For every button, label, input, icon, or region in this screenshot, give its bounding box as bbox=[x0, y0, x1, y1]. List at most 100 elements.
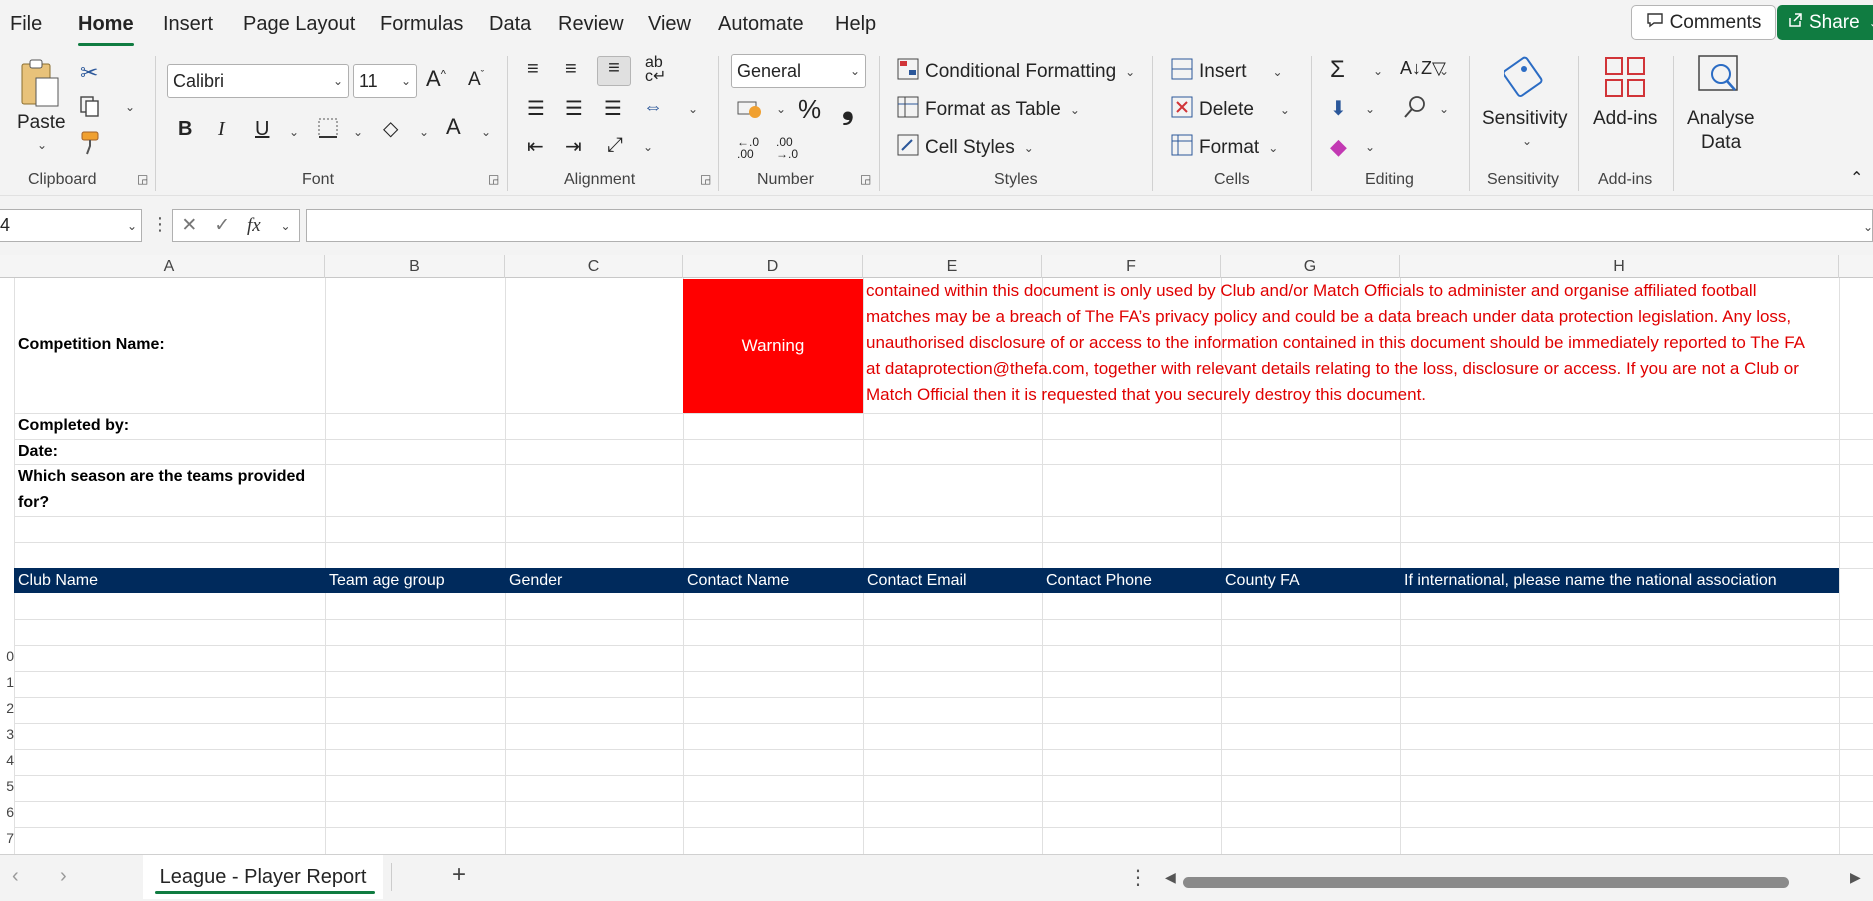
fill-icon[interactable]: ⬇ bbox=[1330, 96, 1347, 121]
percent-icon[interactable]: % bbox=[798, 94, 821, 125]
chevron-down-icon[interactable]: ⌄ bbox=[289, 125, 299, 139]
font-size-select[interactable]: 11 ⌄ bbox=[353, 64, 417, 98]
spreadsheet-grid[interactable]: A B C D E F G H 0 1 2 3 4 5 6 7 Competit… bbox=[0, 255, 1873, 854]
header-contact-email[interactable]: Contact Email bbox=[867, 568, 967, 593]
add-sheet-icon[interactable]: + bbox=[452, 861, 466, 889]
header-club-name[interactable]: Club Name bbox=[18, 568, 98, 593]
column-header-d[interactable]: D bbox=[683, 255, 863, 278]
chevron-down-icon[interactable]: ⌄ bbox=[1373, 64, 1383, 78]
menu-page-layout[interactable]: Page Layout bbox=[243, 13, 355, 36]
row-header[interactable]: 0 bbox=[0, 648, 14, 664]
increase-indent-icon[interactable]: ⇥ bbox=[565, 134, 582, 159]
warning-text-cell[interactable]: contained within this document is only u… bbox=[866, 255, 1836, 413]
more-options-icon[interactable]: ⋮ bbox=[1128, 865, 1148, 890]
collapse-ribbon-icon[interactable]: ⌃ bbox=[1850, 168, 1863, 188]
chevron-down-icon[interactable]: ⌄ bbox=[37, 138, 47, 152]
insert-function-icon[interactable]: fx bbox=[247, 215, 261, 237]
borders-icon[interactable] bbox=[316, 116, 340, 144]
menu-file[interactable]: File bbox=[10, 13, 42, 36]
conditional-formatting-button[interactable]: Conditional Formatting ⌄ bbox=[897, 58, 1135, 86]
analyse-data-line2[interactable]: Data bbox=[1701, 132, 1741, 154]
chevron-down-icon[interactable]: ⌄ bbox=[481, 125, 491, 139]
cancel-icon[interactable]: ✕ bbox=[181, 214, 197, 237]
align-center-icon[interactable]: ☰ bbox=[565, 96, 583, 121]
format-painter-icon[interactable] bbox=[78, 130, 104, 160]
copy-icon[interactable] bbox=[78, 94, 102, 122]
next-sheet-icon[interactable]: › bbox=[60, 865, 67, 888]
cell-styles-button[interactable]: Cell Styles ⌄ bbox=[897, 134, 1034, 162]
menu-home[interactable]: Home bbox=[78, 13, 134, 36]
analyse-data-line1[interactable]: Analyse bbox=[1687, 108, 1755, 130]
header-gender[interactable]: Gender bbox=[509, 568, 562, 593]
horizontal-scrollbar[interactable] bbox=[1183, 877, 1789, 888]
comma-style-icon[interactable]: ❟ bbox=[842, 92, 854, 126]
italic-icon[interactable]: I bbox=[218, 118, 225, 141]
add-ins-icon[interactable] bbox=[1604, 56, 1646, 102]
cut-icon[interactable]: ✂ bbox=[80, 60, 98, 86]
scroll-left-icon[interactable]: ◀ bbox=[1165, 869, 1176, 886]
align-bottom-icon[interactable]: ≡ bbox=[597, 56, 631, 86]
chevron-down-icon[interactable]: ⌄ bbox=[1439, 64, 1449, 78]
row-header[interactable]: 6 bbox=[0, 804, 14, 820]
font-name-select[interactable]: Calibri ⌄ bbox=[167, 64, 349, 98]
menu-automate[interactable]: Automate bbox=[718, 13, 804, 36]
menu-help[interactable]: Help bbox=[835, 13, 876, 36]
font-color-icon[interactable]: A bbox=[446, 114, 461, 140]
menu-formulas[interactable]: Formulas bbox=[380, 13, 463, 36]
chevron-down-icon[interactable]: ⌄ bbox=[688, 102, 698, 116]
column-header-b[interactable]: B bbox=[325, 255, 505, 278]
format-cells-button[interactable]: Format ⌄ bbox=[1171, 134, 1278, 162]
chevron-down-icon[interactable]: ⌄ bbox=[1365, 140, 1375, 154]
header-contact-name[interactable]: Contact Name bbox=[687, 568, 789, 593]
chevron-down-icon[interactable]: ⌄ bbox=[776, 102, 786, 116]
header-contact-phone[interactable]: Contact Phone bbox=[1046, 568, 1152, 593]
wrap-text-icon[interactable]: ab c↵ bbox=[645, 55, 666, 85]
menu-insert[interactable]: Insert bbox=[163, 13, 213, 36]
chevron-down-icon[interactable]: ⌄ bbox=[643, 140, 653, 154]
row-header[interactable]: 7 bbox=[0, 830, 14, 846]
formula-input[interactable] bbox=[306, 209, 1873, 242]
row-header[interactable]: 4 bbox=[0, 752, 14, 768]
increase-decimal-icon[interactable]: ←.0.00 bbox=[737, 136, 759, 160]
dialog-launcher-icon[interactable]: ◲ bbox=[137, 172, 148, 186]
analyse-data-icon[interactable] bbox=[1697, 54, 1741, 104]
row-header[interactable]: 1 bbox=[0, 674, 14, 690]
merge-center-icon[interactable]: ⇔ bbox=[643, 96, 663, 119]
find-select-icon[interactable] bbox=[1402, 94, 1428, 124]
chevron-down-icon[interactable]: ⌄ bbox=[1439, 102, 1449, 116]
chevron-down-icon[interactable]: ⌄ bbox=[353, 125, 363, 139]
scroll-right-icon[interactable]: ▶ bbox=[1850, 869, 1861, 886]
dialog-launcher-icon[interactable]: ◲ bbox=[860, 172, 871, 186]
menu-review[interactable]: Review bbox=[558, 13, 624, 36]
menu-data[interactable]: Data bbox=[489, 13, 531, 36]
accounting-format-icon[interactable] bbox=[737, 98, 763, 124]
align-left-icon[interactable]: ☰ bbox=[527, 96, 545, 121]
paste-label[interactable]: Paste bbox=[17, 112, 66, 134]
enter-icon[interactable]: ✓ bbox=[214, 214, 230, 237]
column-header-a[interactable]: A bbox=[14, 255, 325, 278]
underline-icon[interactable]: U bbox=[255, 118, 269, 141]
chevron-down-icon[interactable]: ⌄ bbox=[1365, 102, 1375, 116]
header-national-association[interactable]: If international, please name the nation… bbox=[1404, 568, 1777, 593]
chevron-down-icon[interactable]: ⌄ bbox=[1522, 134, 1532, 148]
chevron-down-icon[interactable]: ⌄ bbox=[419, 125, 429, 139]
clear-icon[interactable]: ◆ bbox=[1330, 134, 1347, 160]
sensitivity-icon[interactable] bbox=[1502, 54, 1546, 102]
share-button[interactable]: Share ⌄ bbox=[1777, 5, 1873, 40]
sensitivity-button[interactable]: Sensitivity bbox=[1482, 108, 1568, 130]
header-team-age-group[interactable]: Team age group bbox=[329, 568, 445, 593]
comments-button[interactable]: Comments bbox=[1631, 5, 1776, 40]
row-header[interactable]: 3 bbox=[0, 726, 14, 742]
decrease-indent-icon[interactable]: ⇤ bbox=[527, 134, 544, 159]
insert-cells-button[interactable]: Insert ⌄ bbox=[1171, 58, 1283, 86]
chevron-down-icon[interactable]: ⌄ bbox=[281, 219, 291, 233]
dialog-launcher-icon[interactable]: ◲ bbox=[488, 172, 499, 186]
name-box[interactable]: 4 ⌄ bbox=[0, 209, 142, 242]
orientation-icon[interactable]: ⤢ bbox=[607, 134, 623, 157]
increase-font-size-icon[interactable]: A^ bbox=[426, 66, 446, 92]
delete-cells-button[interactable]: Delete ⌄ bbox=[1171, 96, 1290, 124]
number-format-select[interactable]: General ⌄ bbox=[731, 54, 866, 88]
bold-icon[interactable]: B bbox=[178, 118, 192, 141]
warning-cell[interactable]: Warning bbox=[683, 279, 863, 413]
chevron-down-icon[interactable]: ⌄ bbox=[125, 100, 135, 114]
